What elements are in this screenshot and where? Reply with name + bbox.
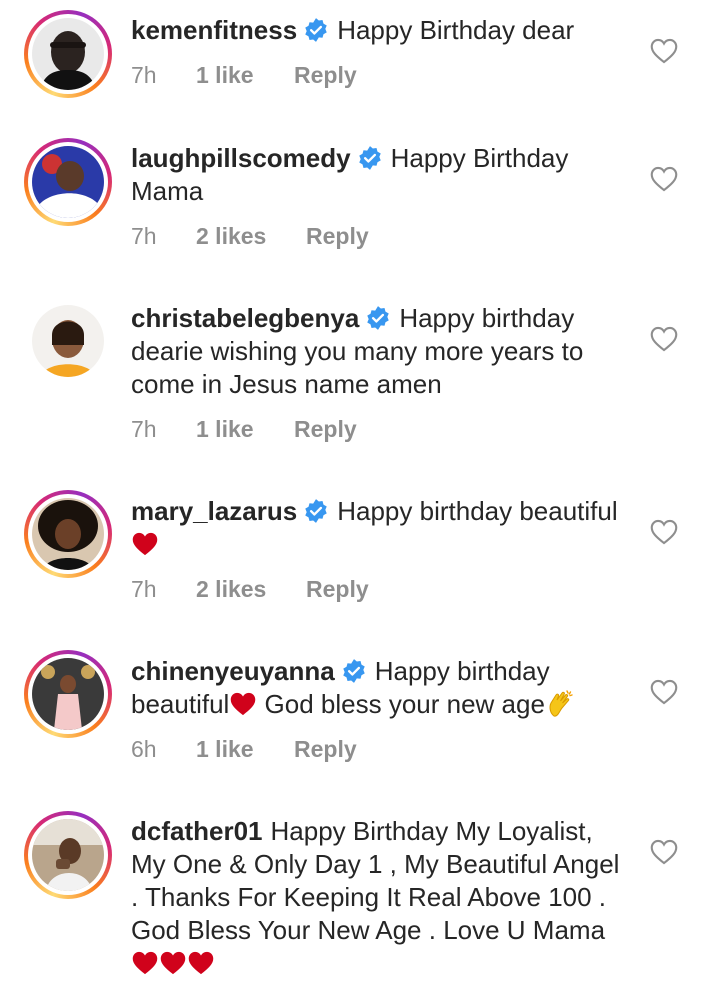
avatar xyxy=(32,498,104,570)
avatar xyxy=(32,658,104,730)
avatar xyxy=(32,18,104,90)
comment-meta: 7h 2 likes Reply xyxy=(131,223,369,250)
comment-body-continued: God bless your new age xyxy=(257,689,545,719)
comment-time: 7h xyxy=(131,576,157,602)
red-heart-emoji xyxy=(132,951,158,975)
comment-username[interactable]: mary_lazarus xyxy=(131,496,297,526)
comment-likes[interactable]: 2 likes xyxy=(196,223,306,250)
avatar xyxy=(32,819,104,891)
avatar-story-ring[interactable] xyxy=(24,490,112,578)
red-heart-emoji xyxy=(160,951,186,975)
comment-time: 7h xyxy=(131,62,157,88)
reply-button[interactable]: Reply xyxy=(294,416,357,443)
comment-body: Happy Birthday dear xyxy=(337,15,575,45)
avatar xyxy=(32,305,104,377)
avatar-container[interactable] xyxy=(24,297,112,385)
verified-badge-icon xyxy=(358,146,381,170)
heart-outline-icon[interactable] xyxy=(650,839,678,865)
comment-text: christabelegbenya Happy birthday dearie w… xyxy=(131,302,631,401)
comment-time: 6h xyxy=(131,736,157,762)
heart-outline-icon[interactable] xyxy=(650,166,678,192)
red-heart-emoji xyxy=(188,951,214,975)
comment-text: dcfather01 Happy Birthday My Loyalist, My… xyxy=(131,815,631,980)
reply-button[interactable]: Reply xyxy=(294,62,357,89)
comment-text: chinenyeuyanna Happy birthday beautiful G… xyxy=(131,655,631,721)
avatar-story-ring[interactable] xyxy=(24,10,112,98)
avatar-story-ring[interactable] xyxy=(24,811,112,899)
comment-username[interactable]: dcfather01 xyxy=(131,816,263,846)
comment-text: kemenfitness Happy Birthday dear xyxy=(131,14,631,47)
heart-outline-icon[interactable] xyxy=(650,326,678,352)
heart-outline-icon[interactable] xyxy=(650,38,678,64)
avatar-story-ring[interactable] xyxy=(24,138,112,226)
comment-time: 7h xyxy=(131,416,157,442)
verified-badge-icon xyxy=(305,499,327,523)
comment-time: 7h xyxy=(131,223,157,249)
comment-username[interactable]: christabelegbenya xyxy=(131,303,359,333)
comment-meta: 7h 1 like Reply xyxy=(131,62,357,89)
comment-likes[interactable]: 2 likes xyxy=(196,576,306,603)
comment-body: Happy birthday beautiful xyxy=(337,496,618,526)
avatar xyxy=(32,146,104,218)
heart-outline-icon[interactable] xyxy=(650,679,678,705)
reply-button[interactable]: Reply xyxy=(306,576,369,603)
avatar-story-ring[interactable] xyxy=(24,650,112,738)
comment-username[interactable]: kemenfitness xyxy=(131,15,297,45)
comment-username[interactable]: laughpillscomedy xyxy=(131,143,351,173)
red-heart-emoji xyxy=(231,692,256,716)
clapping-hands-emoji xyxy=(549,690,573,717)
reply-button[interactable]: Reply xyxy=(306,223,369,250)
comment-likes[interactable]: 1 like xyxy=(196,416,294,443)
heart-outline-icon[interactable] xyxy=(650,519,678,545)
comment-likes[interactable]: 1 like xyxy=(196,736,294,763)
comment-meta: 7h 1 like Reply xyxy=(131,416,357,443)
comment-likes[interactable]: 1 like xyxy=(196,62,294,89)
comment-text: mary_lazarus Happy birthday beautiful xyxy=(131,495,631,561)
verified-badge-icon xyxy=(367,306,390,330)
comment-username[interactable]: chinenyeuyanna xyxy=(131,656,335,686)
reply-button[interactable]: Reply xyxy=(294,736,357,763)
verified-badge-icon xyxy=(305,18,327,42)
comment-text: laughpillscomedy Happy Birthday Mama xyxy=(131,142,631,208)
comment-meta: 6h 1 like Reply xyxy=(131,736,357,763)
verified-badge-icon xyxy=(343,659,365,683)
comment-meta: 7h 2 likes Reply xyxy=(131,576,369,603)
red-heart-emoji xyxy=(132,532,158,556)
